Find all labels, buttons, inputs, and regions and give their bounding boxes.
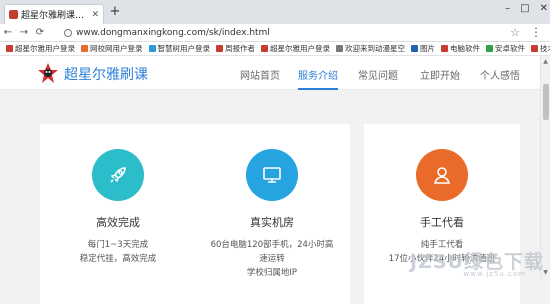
tab-strip: 超星尔雅刷课_智慧树 ✕ + – □ ✕ xyxy=(0,0,550,24)
bookmark-item[interactable]: 超星尔雅用户登录 xyxy=(6,43,75,54)
bookmark-item[interactable]: 电脑软件 xyxy=(441,43,480,54)
service-card: 高效完成 每门1~3天完成 稳定代挂，高效完成 xyxy=(40,124,196,304)
bookmark-favicon-icon xyxy=(6,45,13,52)
bookmark-item[interactable]: 技术街 xyxy=(531,43,550,54)
site-favicon-icon xyxy=(9,10,18,19)
close-tab-icon[interactable]: ✕ xyxy=(91,10,99,20)
bookmark-item[interactable]: 安卓软件 xyxy=(486,43,525,54)
card-icon-circle xyxy=(416,149,468,201)
nav-services[interactable]: 服务介绍 xyxy=(298,67,338,82)
bookmark-favicon-icon xyxy=(81,45,88,52)
bookmark-item[interactable]: 智慧树用户登录 xyxy=(148,43,211,54)
nav-thoughts[interactable]: 个人感悟 xyxy=(480,67,520,82)
web-page: 超星尔雅刷课 网站首页 服务介绍 常见问题 立即开始 个人感悟 ← → 高效完成… xyxy=(0,56,540,304)
watermark-url: www.jz5u.com xyxy=(463,270,526,278)
bookmark-favicon-icon xyxy=(441,45,448,52)
site-header: 超星尔雅刷课 网站首页 服务介绍 常见问题 立即开始 个人感悟 xyxy=(0,56,540,90)
bookmark-item[interactable]: 周报作者 xyxy=(216,43,255,54)
menu-icon[interactable]: ⋮ xyxy=(530,25,542,39)
bookmark-label: 网校网用户登录 xyxy=(90,44,143,53)
bookmark-item[interactable]: 欢迎来到动漫星空 xyxy=(336,43,405,54)
back-icon[interactable]: ← xyxy=(0,27,16,38)
nav-faq[interactable]: 常见问题 xyxy=(358,67,398,82)
bookmark-label: 欢迎来到动漫星空 xyxy=(345,44,405,53)
bookmark-star-icon[interactable]: ☆ xyxy=(510,26,520,39)
card-line: 每门1~3天完成 xyxy=(87,240,149,250)
bookmarks-bar: 超星尔雅用户登录 网校网用户登录 智慧树用户登录 周报作者 超星尔雅用户登录 欢迎来到动漫… xyxy=(0,42,550,56)
minimize-button[interactable]: – xyxy=(505,3,510,14)
user-icon xyxy=(433,167,451,184)
close-window-button[interactable]: ✕ xyxy=(540,3,548,14)
bookmark-item[interactable]: 网校网用户登录 xyxy=(81,43,143,54)
url-text: www.dongmanxingkong.com/sk/index.html xyxy=(76,28,270,38)
card-title: 手工代看 xyxy=(420,216,464,229)
nav-start[interactable]: 立即开始 xyxy=(420,67,460,82)
url-field[interactable]: www.dongmanxingkong.com/sk/index.html xyxy=(64,26,504,40)
bookmark-label: 电脑软件 xyxy=(450,44,480,53)
bookmark-label: 图片 xyxy=(420,44,435,53)
bookmark-favicon-icon xyxy=(261,45,268,52)
bookmark-label: 技术街 xyxy=(540,44,550,53)
brand-name[interactable]: 超星尔雅刷课 xyxy=(64,64,148,84)
card-line: 60台电脑120部手机，24小时高 xyxy=(210,240,334,250)
brand-logo-icon[interactable] xyxy=(36,61,60,85)
card-description: 60台电脑120部手机，24小时高 速运转 学校归属地IP xyxy=(194,238,350,280)
scrollbar-thumb[interactable] xyxy=(543,84,549,120)
active-nav-indicator xyxy=(298,88,338,90)
nav-home[interactable]: 网站首页 xyxy=(240,67,280,82)
vertical-scrollbar[interactable]: ▲ ▼ xyxy=(540,56,550,278)
bookmark-favicon-icon xyxy=(531,45,538,52)
bookmark-label: 周报作者 xyxy=(225,44,255,53)
card-description: 每门1~3天完成 稳定代挂，高效完成 xyxy=(40,238,196,266)
tab-title: 超星尔雅刷课_智慧树 xyxy=(21,11,89,21)
bookmark-favicon-icon xyxy=(336,45,343,52)
new-tab-button[interactable]: + xyxy=(108,5,122,19)
bookmark-favicon-icon xyxy=(411,45,418,52)
bookmark-label: 超星尔雅用户登录 xyxy=(15,44,75,53)
reload-icon[interactable]: ⟳ xyxy=(32,27,48,38)
service-card: 真实机房 60台电脑120部手机，24小时高 速运转 学校归属地IP xyxy=(194,124,350,304)
card-icon-circle xyxy=(246,149,298,201)
card-line: 速运转 xyxy=(259,254,285,264)
bookmark-item[interactable]: 图片 xyxy=(411,43,435,54)
maximize-button[interactable]: □ xyxy=(520,3,529,14)
card-line: 稳定代挂，高效完成 xyxy=(79,254,157,264)
card-title: 真实机房 xyxy=(250,216,294,229)
scroll-up-icon[interactable]: ▲ xyxy=(541,58,550,65)
bookmark-favicon-icon xyxy=(148,45,156,52)
bookmark-item[interactable]: 超星尔雅用户登录 xyxy=(261,43,330,54)
card-title: 高效完成 xyxy=(96,216,140,229)
address-bar: ← → ⟳ www.dongmanxingkong.com/sk/index.h… xyxy=(0,24,550,42)
forward-icon[interactable]: → xyxy=(16,27,32,38)
card-icon-circle xyxy=(92,149,144,201)
bookmark-favicon-icon xyxy=(216,45,223,52)
browser-tab[interactable]: 超星尔雅刷课_智慧树 ✕ xyxy=(4,4,104,24)
bookmark-label: 超星尔雅用户登录 xyxy=(270,44,330,53)
rocket-icon xyxy=(110,167,126,183)
bookmark-label: 安卓软件 xyxy=(495,44,525,53)
bookmark-label: 智慧树用户登录 xyxy=(157,44,211,53)
site-info-icon[interactable] xyxy=(64,29,72,37)
monitor-icon xyxy=(263,167,281,183)
bookmark-favicon-icon xyxy=(486,45,493,52)
